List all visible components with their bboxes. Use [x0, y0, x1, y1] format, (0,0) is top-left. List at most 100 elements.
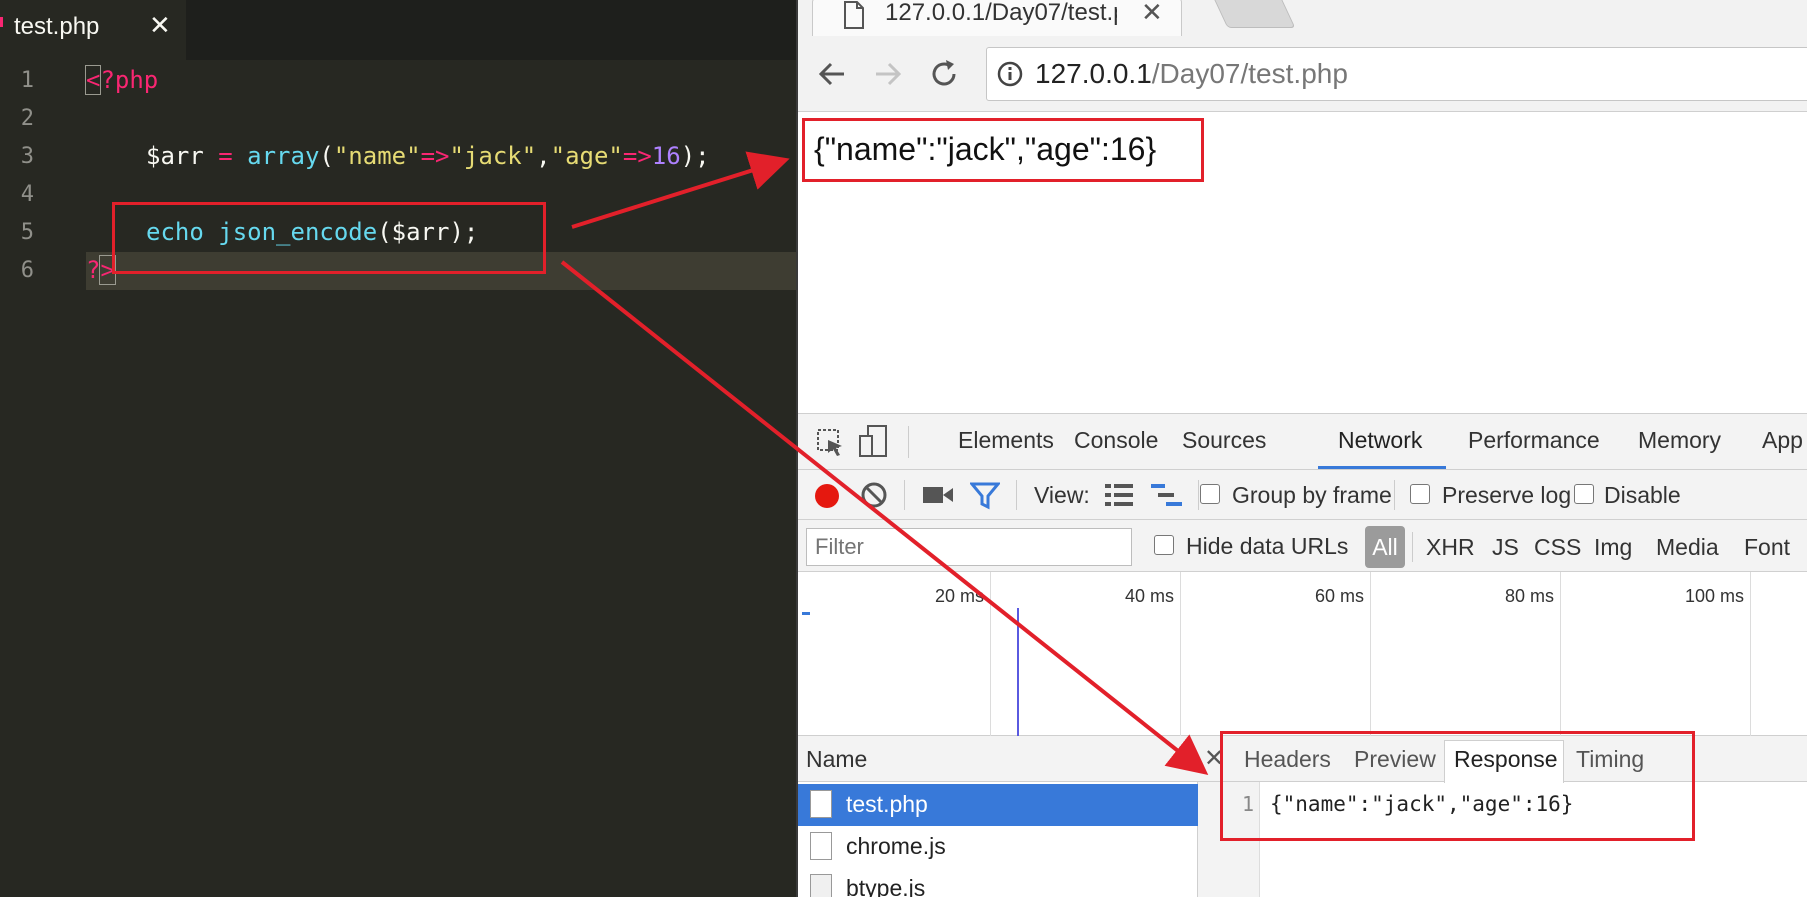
- editor-tab-bar: test.php ✕: [0, 0, 796, 60]
- disable-cache-checkbox[interactable]: [1574, 484, 1594, 504]
- record-icon[interactable]: [812, 481, 842, 511]
- timeline-tick-label: 80 ms: [1504, 586, 1554, 606]
- code-line-3[interactable]: $arr = array("name"=>"jack","age"=>16);: [146, 142, 710, 170]
- filter-input[interactable]: [806, 528, 1132, 566]
- inspect-element-icon[interactable]: [816, 428, 846, 458]
- close-icon[interactable]: ✕: [1141, 0, 1163, 28]
- network-toolbar: View: Group by frame Preserve log Disabl…: [798, 470, 1807, 520]
- network-filter-bar: Hide data URLs All XHR JS CSS Img Media …: [798, 520, 1807, 572]
- editor-tab-label: test.php: [14, 13, 100, 40]
- tab-elements[interactable]: Elements: [958, 427, 1054, 454]
- code-line-6[interactable]: ?>: [86, 255, 116, 285]
- file-icon: [810, 832, 832, 860]
- tab-console[interactable]: Console: [1074, 427, 1158, 454]
- filter-type-all[interactable]: All: [1365, 526, 1405, 568]
- list-view-icon[interactable]: [1104, 482, 1134, 508]
- timeline-tick-label: 60 ms: [1314, 586, 1364, 606]
- line-number: 6: [20, 258, 34, 283]
- code-token: =: [203, 142, 248, 170]
- filter-type-js[interactable]: JS: [1492, 534, 1519, 561]
- tab-memory[interactable]: Memory: [1638, 427, 1721, 454]
- code-token: ,: [536, 142, 551, 170]
- code-token: =>: [622, 142, 652, 170]
- code-token: "age": [550, 142, 623, 170]
- timeline-tick-label: 40 ms: [1124, 586, 1174, 606]
- code-token: );: [680, 142, 710, 170]
- new-tab-button[interactable]: [1212, 0, 1296, 28]
- divider: [1016, 480, 1017, 510]
- url-path: /Day07/test.php: [1151, 58, 1348, 89]
- code-token: $arr: [146, 142, 204, 170]
- divider: [904, 480, 905, 510]
- line-number: 4: [20, 182, 34, 207]
- tab-network[interactable]: Network: [1338, 427, 1422, 454]
- timeline-gridline: [990, 572, 991, 736]
- browser-tab[interactable]: 127.0.0.1/Day07/test.php ✕: [812, 0, 1182, 38]
- waterfall-view-icon[interactable]: [1150, 482, 1184, 508]
- group-by-frame-checkbox[interactable]: [1200, 484, 1220, 504]
- request-row[interactable]: btype.js: [798, 868, 1198, 897]
- php-open-tag: ?php: [100, 66, 159, 94]
- name-column-header[interactable]: Name: [798, 736, 1198, 782]
- code-token: "name": [333, 142, 421, 170]
- tab-application[interactable]: App: [1762, 427, 1803, 454]
- code-token: (: [319, 142, 334, 170]
- filter-type-font[interactable]: Font: [1744, 534, 1790, 561]
- response-highlight-box: [1220, 731, 1695, 841]
- request-row[interactable]: test.php: [798, 784, 1198, 826]
- browser-toolbar: 127.0.0.1 /Day07/test.php: [798, 36, 1807, 112]
- timeline-tick-label: 20 ms: [934, 586, 984, 606]
- filter-type-css[interactable]: CSS: [1534, 534, 1581, 561]
- reload-icon[interactable]: [926, 56, 962, 92]
- browser-tab-strip: 127.0.0.1/Day07/test.php ✕: [798, 0, 1807, 38]
- line-number: 2: [20, 106, 34, 131]
- clear-icon[interactable]: [860, 481, 888, 509]
- timeline-gridline: [1180, 572, 1181, 736]
- timeline-gridline: [1370, 572, 1371, 736]
- forward-arrow-icon[interactable]: [870, 56, 906, 92]
- php-open-bracket: <: [84, 65, 102, 95]
- address-bar[interactable]: 127.0.0.1 /Day07/test.php: [986, 47, 1807, 101]
- request-row[interactable]: chrome.js: [798, 826, 1198, 868]
- tab-performance[interactable]: Performance: [1468, 427, 1600, 454]
- page-output-highlight-box: [802, 118, 1204, 182]
- close-icon[interactable]: ✕: [149, 11, 171, 39]
- request-name: btype.js: [846, 875, 926, 897]
- divider: [1394, 480, 1395, 510]
- browser-tab-title: 127.0.0.1/Day07/test.php: [885, 0, 1117, 26]
- editor-tab-test-php[interactable]: test.php ✕: [0, 0, 186, 60]
- filter-type-xhr[interactable]: XHR: [1426, 534, 1475, 561]
- line-number: 3: [20, 144, 34, 169]
- preserve-log-checkbox[interactable]: [1410, 484, 1430, 504]
- timeline-load-marker: [1017, 608, 1019, 736]
- devtools-tab-bar: Elements Console Sources Network Perform…: [798, 414, 1807, 470]
- request-list: Name test.php chrome.js btype.js: [798, 736, 1198, 897]
- file-icon: [810, 874, 832, 897]
- code-token: ?: [86, 256, 101, 284]
- divider: [908, 426, 909, 458]
- device-toolbar-icon[interactable]: [858, 424, 890, 458]
- tab-sources[interactable]: Sources: [1182, 427, 1266, 454]
- document-icon: [844, 1, 864, 29]
- request-name: chrome.js: [846, 833, 946, 859]
- filter-type-media[interactable]: Media: [1656, 534, 1719, 561]
- disable-cache-label: Disable: [1604, 482, 1681, 508]
- file-icon: [810, 790, 832, 818]
- back-arrow-icon[interactable]: [814, 56, 850, 92]
- code-token: array: [247, 142, 320, 170]
- code-line-1[interactable]: <?php: [84, 65, 159, 95]
- timeline-request-bar: [802, 612, 810, 615]
- filter-type-img[interactable]: Img: [1594, 534, 1632, 561]
- view-label: View:: [1034, 482, 1090, 508]
- request-name: test.php: [846, 791, 928, 817]
- hide-data-urls-checkbox[interactable]: [1154, 535, 1174, 555]
- name-header-label: Name: [806, 746, 868, 772]
- info-icon[interactable]: [997, 61, 1023, 87]
- filter-icon[interactable]: [970, 482, 1000, 510]
- network-timeline-overview[interactable]: 20 ms 40 ms 60 ms 80 ms 100 ms: [798, 572, 1807, 736]
- camera-icon[interactable]: [922, 484, 954, 506]
- url-host: 127.0.0.1: [1035, 58, 1152, 89]
- line-number: 5: [20, 220, 34, 245]
- code-highlight-box: [112, 202, 546, 274]
- code-token: "jack": [449, 142, 537, 170]
